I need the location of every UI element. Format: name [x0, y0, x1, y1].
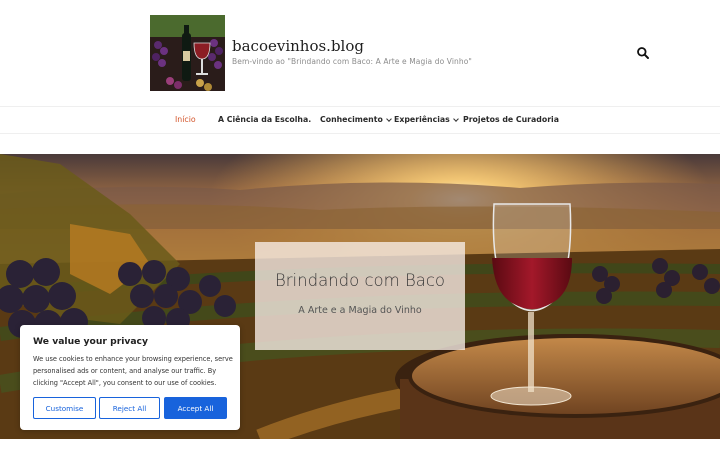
wine-bottle-logo-icon[interactable]	[150, 15, 225, 91]
cookie-banner-text: We use cookies to enhance your browsing …	[33, 355, 233, 387]
nav-item-projetos-de-curadoria[interactable]: Projetos de Curadoria	[463, 115, 559, 124]
site-header: bacoevinhos.blog Bem-vindo ao "Brindando…	[0, 0, 720, 106]
cookie-consent-banner: We value your privacy We use cookies to …	[20, 325, 240, 430]
main-navigation: Início A Ciência da Escolha. Conheciment…	[0, 106, 720, 134]
site-tagline: Bem-vindo ao "Brindando com Baco: A Arte…	[232, 57, 472, 66]
nav-item-ciencia-da-escolha[interactable]: A Ciência da Escolha.	[218, 115, 311, 124]
accept-all-button[interactable]: Accept All	[164, 397, 227, 419]
nav-item-label: Início	[175, 115, 196, 124]
customise-button[interactable]: Customise	[33, 397, 96, 419]
chevron-down-icon	[385, 115, 392, 122]
reject-all-button[interactable]: Reject All	[99, 397, 160, 419]
nav-item-inicio[interactable]: Início	[175, 115, 196, 124]
cookie-banner-title: We value your privacy	[33, 336, 148, 347]
nav-item-label: Projetos de Curadoria	[463, 115, 559, 124]
site-title[interactable]: bacoevinhos.blog	[232, 37, 364, 55]
hero-title-box: Brindando com Baco A Arte e a Magia do V…	[255, 242, 465, 350]
hero-title: Brindando com Baco	[274, 271, 446, 290]
nav-item-experiencias[interactable]: Experiências	[394, 115, 459, 124]
nav-item-conhecimento[interactable]: Conhecimento	[320, 115, 392, 124]
chevron-down-icon	[452, 115, 459, 122]
nav-item-label: Experiências	[394, 115, 450, 124]
nav-item-label: Conhecimento	[320, 115, 383, 124]
search-icon[interactable]	[636, 45, 650, 59]
hero-subtitle: A Arte e a Magia do Vinho	[298, 305, 422, 316]
nav-item-label: A Ciência da Escolha.	[218, 115, 312, 124]
